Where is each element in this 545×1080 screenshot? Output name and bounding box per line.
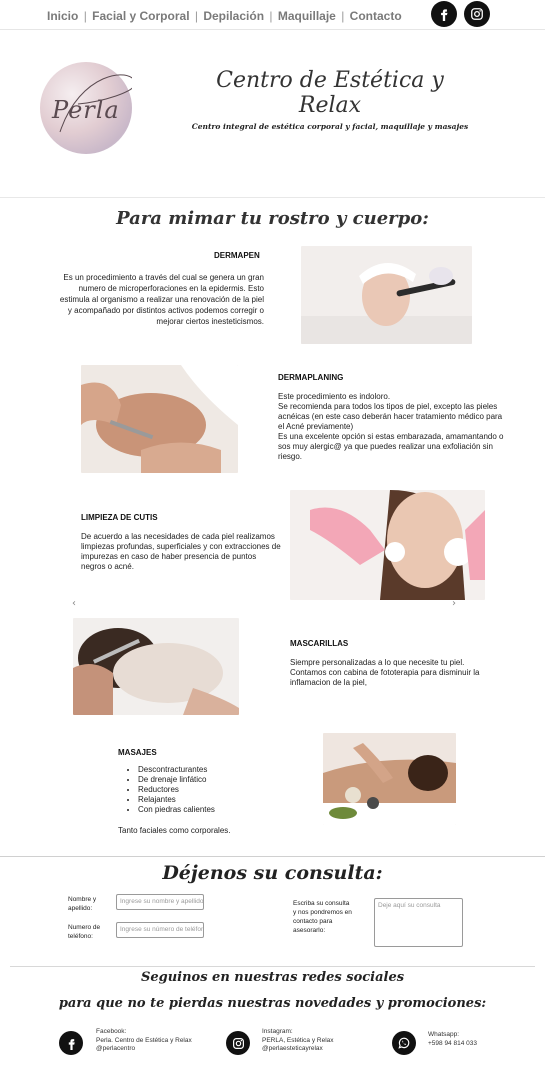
instagram-name[interactable]: PERLA, Estética y Relax (262, 1037, 334, 1046)
site-subtitle: Centro integral de estética corporal y f… (191, 122, 469, 131)
nav-separator: | (341, 9, 345, 23)
dermaplaning-line: Es una excelente opción si estas embaraz… (278, 432, 504, 461)
masajes-footer: Tanto faciales como corporales. (118, 826, 231, 835)
dermaplaning-line: Este procedimiento es indoloro. (278, 392, 391, 401)
mascarillas-photo (73, 618, 239, 715)
divider (0, 856, 545, 857)
services-heading: Para mimar tu rostro y cuerpo: (116, 208, 429, 229)
nav-item-contacto[interactable]: Contacto (350, 9, 402, 23)
masajes-photo (323, 733, 456, 825)
contact-heading: Déjenos su consulta: (162, 862, 383, 884)
name-label: Nombre y apellido: (68, 896, 97, 912)
phone-input[interactable]: Ingrese su número de teléfono (116, 922, 204, 938)
facebook-handle[interactable]: @perlacentro (96, 1045, 192, 1054)
list-item: Descontracturantes (138, 765, 288, 775)
facebook-icon[interactable] (431, 1, 457, 27)
message-label: Escriba su consulta y nos pondremos en c… (293, 900, 352, 934)
instagram-icon[interactable] (226, 1031, 250, 1055)
divider (10, 966, 535, 967)
service-title-masajes: MASAJES (118, 748, 157, 757)
dermaplaning-line: Se recomienda para todos los tipos de pi… (278, 402, 503, 431)
nav-item-maquillaje[interactable]: Maquillaje (278, 9, 336, 23)
message-textarea[interactable]: Deje aquí su consulta (374, 898, 463, 947)
instagram-label: Instagram: (262, 1028, 293, 1035)
name-input[interactable]: Ingrese su nombre y apellido (116, 894, 204, 910)
site-title: Centro de Estética y Relax (216, 68, 444, 118)
service-title-limpieza: LIMPIEZA DE CUTIS (81, 513, 158, 522)
list-item: De drenaje linfático (138, 775, 288, 785)
whatsapp-label: Whatsapp: (428, 1031, 460, 1038)
social-heading-2: para que no te pierdas nuestras novedade… (58, 996, 487, 1011)
carousel-next-arrow[interactable]: › (452, 598, 456, 609)
facebook-name[interactable]: Perla. Centro de Estética y Relax (96, 1037, 192, 1046)
masajes-list: Descontracturantes De drenaje linfático … (138, 765, 288, 815)
whatsapp-icon[interactable] (392, 1031, 416, 1055)
service-title-dermapen: DERMAPEN (214, 251, 260, 260)
nav-separator: | (83, 9, 87, 23)
service-text-dermaplaning: Este procedimiento es indoloro. Se recom… (278, 392, 508, 462)
limpieza-photo (290, 490, 485, 600)
nav-item-depilacion[interactable]: Depilación (203, 9, 264, 23)
whatsapp-info: Whatsapp: +598 94 814 033 (428, 1031, 477, 1048)
nav-separator: | (269, 9, 273, 23)
nav-separator: | (194, 9, 198, 23)
dermaplaning-photo (81, 365, 238, 473)
instagram-icon[interactable] (464, 1, 490, 27)
service-title-mascarillas: MASCARILLAS (290, 639, 349, 648)
nav-item-facial-corporal[interactable]: Facial y Corporal (92, 9, 189, 23)
service-text-dermapen: Es un procedimiento a través del cual se… (59, 273, 264, 326)
dermapen-photo (301, 246, 472, 344)
instagram-handle[interactable]: @perlaesteticayrelax (262, 1045, 334, 1054)
list-item: Relajantes (138, 795, 288, 805)
phone-label: Numero de teléfono: (68, 924, 101, 940)
facebook-icon[interactable] (59, 1031, 83, 1055)
list-item: Reductores (138, 785, 288, 795)
service-text-limpieza: De acuerdo a las necesidades de cada pie… (81, 532, 281, 571)
facebook-label: Facebook: (96, 1028, 127, 1035)
service-text-mascarillas: Siempre personalizadas a lo que necesite… (290, 658, 480, 687)
nav-links: Inicio | Facial y Corporal | Depilación … (47, 9, 402, 23)
instagram-info: Instagram: PERLA, Estética y Relax @perl… (262, 1028, 334, 1054)
social-heading-1: Seguinos en nuestras redes sociales (140, 970, 405, 985)
top-nav: Inicio | Facial y Corporal | Depilación … (0, 0, 545, 30)
carousel-prev-arrow[interactable]: ‹ (72, 598, 76, 609)
list-item: Con piedras calientes (138, 805, 288, 815)
whatsapp-number[interactable]: +598 94 814 033 (428, 1040, 477, 1049)
nav-item-inicio[interactable]: Inicio (47, 9, 78, 23)
facebook-info: Facebook: Perla. Centro de Estética y Re… (96, 1028, 192, 1054)
logo-text: Perla (52, 96, 120, 124)
service-title-dermaplaning: DERMAPLANING (278, 373, 344, 382)
